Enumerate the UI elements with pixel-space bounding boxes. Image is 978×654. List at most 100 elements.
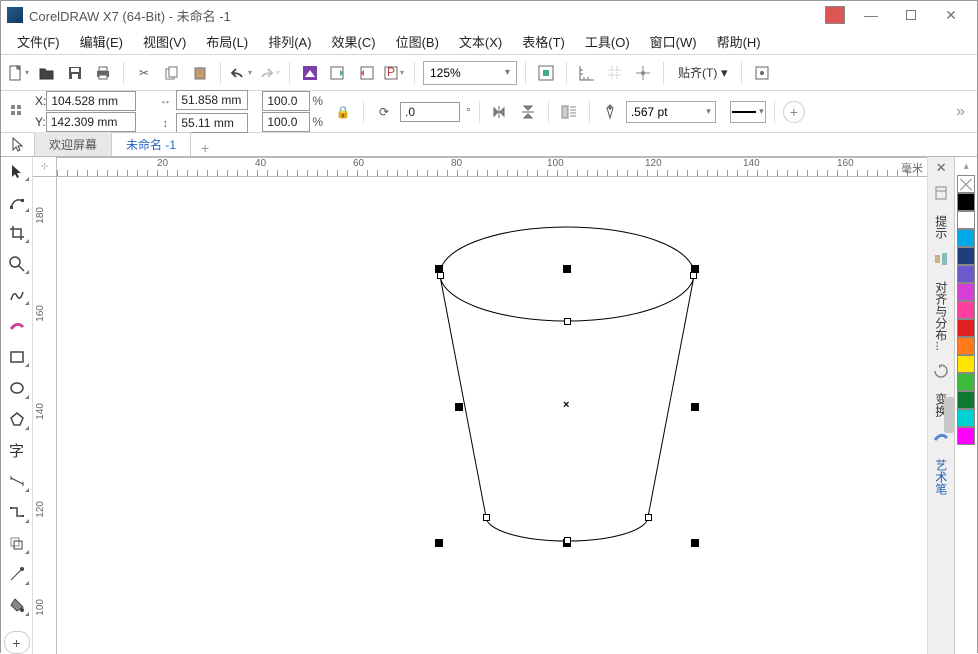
freehand-tool[interactable]: [4, 283, 30, 306]
mirror-h-button[interactable]: [488, 100, 512, 124]
outline-width-select[interactable]: .567 pt: [626, 101, 716, 123]
print-button[interactable]: [91, 61, 115, 85]
color-swatch[interactable]: [957, 337, 975, 355]
horizontal-ruler[interactable]: 20 40 60 80 100 120 140 160 毫米: [57, 157, 927, 177]
artpen-docker-tab[interactable]: 艺术笔: [933, 453, 950, 501]
color-swatch[interactable]: [957, 247, 975, 265]
artistic-media-tool[interactable]: [4, 314, 30, 337]
transform-docker-icon[interactable]: [931, 361, 951, 381]
publish-pdf-button[interactable]: P: [382, 61, 406, 85]
undo-button[interactable]: [229, 61, 253, 85]
menu-table[interactable]: 表格(T): [512, 29, 575, 54]
menu-arrange[interactable]: 排列(A): [258, 29, 321, 54]
pick-tool-quick[interactable]: [1, 132, 35, 156]
color-swatch[interactable]: [957, 283, 975, 301]
color-swatch[interactable]: [957, 211, 975, 229]
import-button[interactable]: [326, 61, 350, 85]
pick-tool[interactable]: [4, 159, 30, 182]
paste-button[interactable]: [188, 61, 212, 85]
zoom-select[interactable]: 125%: [423, 61, 517, 85]
show-guides-button[interactable]: [631, 61, 655, 85]
line-style-select[interactable]: [730, 101, 766, 123]
customize-toolbox-button[interactable]: +: [4, 631, 30, 654]
export-button[interactable]: [354, 61, 378, 85]
effects-tool[interactable]: [4, 532, 30, 555]
new-document-button[interactable]: [7, 61, 31, 85]
menu-tools[interactable]: 工具(O): [575, 29, 640, 54]
parallel-dim-tool[interactable]: [4, 470, 30, 493]
crop-tool[interactable]: [4, 221, 30, 244]
maximize-button[interactable]: [891, 3, 931, 27]
color-swatch[interactable]: [957, 319, 975, 337]
menu-view[interactable]: 视图(V): [133, 29, 196, 54]
cut-button[interactable]: ✂: [132, 61, 156, 85]
fullscreen-preview-button[interactable]: [534, 61, 558, 85]
hints-docker-tab[interactable]: 提示: [933, 209, 950, 245]
tab-welcome[interactable]: 欢迎屏幕: [35, 132, 112, 156]
node-right[interactable]: [690, 272, 697, 279]
swatch-none[interactable]: [957, 175, 975, 193]
scale-y-input[interactable]: 100.0: [262, 112, 310, 132]
save-button[interactable]: [63, 61, 87, 85]
search-content-button[interactable]: [298, 61, 322, 85]
ruler-origin[interactable]: ⊹: [33, 157, 57, 177]
y-position-input[interactable]: 142.309 mm: [46, 112, 136, 132]
add-tab-button[interactable]: +: [191, 140, 219, 156]
menu-effects[interactable]: 效果(C): [322, 29, 386, 54]
align-docker-icon[interactable]: [931, 249, 951, 269]
menu-edit[interactable]: 编辑(E): [70, 29, 133, 54]
color-swatch[interactable]: [957, 193, 975, 211]
vertical-ruler[interactable]: 180 160 140 120 100: [33, 177, 57, 654]
width-input[interactable]: 51.858 mm: [176, 90, 248, 110]
color-swatch[interactable]: [957, 373, 975, 391]
node-bottom-body[interactable]: [564, 537, 571, 544]
eyedropper-tool[interactable]: [4, 563, 30, 586]
node-bl-body[interactable]: [483, 514, 490, 521]
open-button[interactable]: [35, 61, 59, 85]
toolbar-overflow-button[interactable]: »: [956, 103, 965, 121]
ellipse-tool[interactable]: [4, 376, 30, 399]
menu-text[interactable]: 文本(X): [449, 29, 512, 54]
mirror-v-button[interactable]: [516, 100, 540, 124]
rectangle-tool[interactable]: [4, 345, 30, 368]
wrap-text-button[interactable]: [557, 100, 581, 124]
minimize-button[interactable]: —: [851, 3, 891, 27]
user-avatar-icon[interactable]: [825, 6, 845, 24]
fill-tool[interactable]: [4, 594, 30, 617]
docker-scrollbar[interactable]: [944, 397, 954, 433]
handle-mr[interactable]: [691, 403, 699, 411]
hints-docker-icon[interactable]: [931, 183, 951, 203]
color-swatch[interactable]: [957, 391, 975, 409]
height-input[interactable]: 55.11 mm: [176, 113, 248, 133]
color-swatch[interactable]: [957, 355, 975, 373]
cup-shape[interactable]: [57, 177, 927, 654]
handle-tm[interactable]: [563, 265, 571, 273]
polygon-tool[interactable]: [4, 408, 30, 431]
menu-bitmap[interactable]: 位图(B): [386, 29, 449, 54]
text-tool[interactable]: 字: [4, 439, 30, 462]
handle-br[interactable]: [691, 539, 699, 547]
node-bottom-ellipse[interactable]: [564, 318, 571, 325]
color-swatch[interactable]: [957, 229, 975, 247]
shape-tool[interactable]: [4, 190, 30, 213]
add-preset-button[interactable]: +: [783, 101, 805, 123]
menu-layout[interactable]: 布局(L): [196, 29, 258, 54]
snap-to-button[interactable]: 贴齐(T) ▾: [672, 61, 733, 84]
menu-window[interactable]: 窗口(W): [640, 29, 707, 54]
node-left[interactable]: [437, 272, 444, 279]
tab-document[interactable]: 未命名 -1: [112, 132, 191, 156]
copy-button[interactable]: [160, 61, 184, 85]
node-br-body[interactable]: [645, 514, 652, 521]
selection-center-icon[interactable]: ×: [563, 399, 569, 411]
scale-x-input[interactable]: 100.0: [262, 91, 310, 111]
zoom-tool[interactable]: [4, 252, 30, 275]
show-rulers-button[interactable]: [575, 61, 599, 85]
menu-file[interactable]: 文件(F): [7, 29, 70, 54]
lock-ratio-button[interactable]: 🔒: [331, 100, 355, 124]
menu-help[interactable]: 帮助(H): [707, 29, 771, 54]
close-button[interactable]: ✕: [931, 3, 971, 27]
options-button[interactable]: [750, 61, 774, 85]
drawing-canvas[interactable]: ×: [57, 177, 927, 654]
redo-button[interactable]: [257, 61, 281, 85]
palette-scroll-up[interactable]: ▴: [964, 157, 969, 175]
